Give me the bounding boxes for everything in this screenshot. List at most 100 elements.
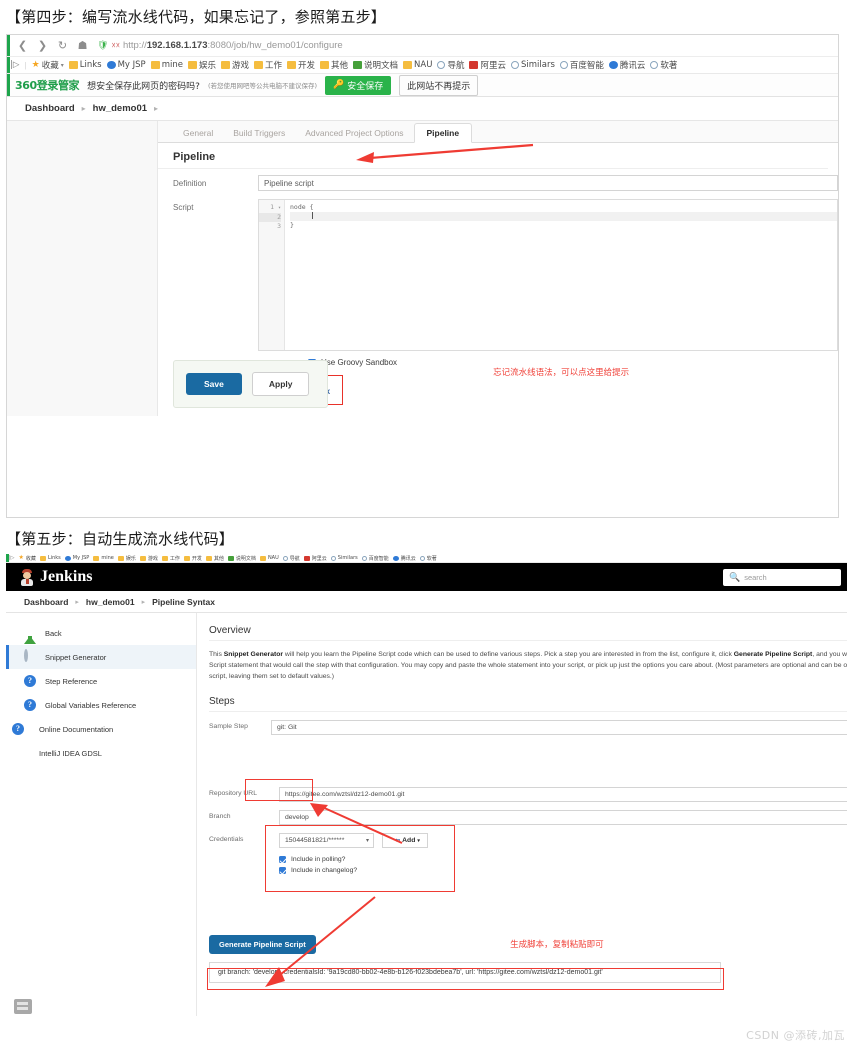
repository-url-input[interactable]: https://gitee.com/wztsl/dz12-demo01.git [279, 787, 847, 802]
sidebar-item-back[interactable]: Back [6, 621, 196, 645]
breadcrumb: Dashboard ▸ hw_demo01 ▸ [7, 97, 838, 121]
breadcrumb-job[interactable]: hw_demo01 [93, 103, 147, 114]
bookmark-item[interactable]: mine [93, 555, 114, 561]
add-credentials-button[interactable]: ⇦ Add ▾ [382, 833, 428, 848]
bookmark-item[interactable]: 导航 [437, 59, 464, 71]
include-in-polling-label: Include in polling? [291, 856, 346, 863]
bookmark-item[interactable]: 其他 [320, 59, 348, 71]
tab-build-triggers[interactable]: Build Triggers [223, 124, 295, 142]
repository-url-label: Repository URL [209, 790, 257, 797]
save-password-button[interactable]: 🔑 安全保存 [325, 75, 392, 95]
breadcrumb-dashboard[interactable]: Dashboard [25, 103, 75, 114]
tab-advanced-project-options[interactable]: Advanced Project Options [295, 124, 413, 142]
include-in-changelog-checkbox[interactable] [279, 867, 286, 874]
script-editor[interactable]: 1 ▾ 2 3 node { } [258, 199, 838, 351]
key-add-icon: ⇦ [395, 838, 401, 844]
snippet-browser-window: |▷ ★ 收藏 Links My JSP mine 娱乐 游戏 工作 开发 其他 … [6, 554, 847, 1026]
bookmark-item[interactable]: ★ 收藏 ▾ [32, 59, 64, 71]
bookmark-item[interactable]: ★ 收藏 [19, 555, 36, 562]
tab-pipeline[interactable]: Pipeline [413, 123, 473, 143]
save-button[interactable]: Save [186, 373, 242, 395]
bookmark-item[interactable]: 导航 [282, 555, 300, 562]
text-caret [312, 212, 313, 219]
bookmark-item[interactable]: 娱乐 [187, 59, 216, 71]
bookmark-item[interactable]: Links [68, 60, 102, 70]
bookmark-item[interactable]: NAU [403, 60, 432, 70]
globe-icon [106, 61, 116, 69]
sidebar-item-label: Snippet Generator [45, 652, 107, 662]
steps-title: Steps [209, 682, 847, 712]
search-icon: 🔍 [729, 571, 741, 582]
breadcrumb-job[interactable]: hw_demo01 [86, 597, 135, 607]
bookmark-item[interactable]: NAU [259, 555, 279, 561]
credentials-row: Credentials 15044581821/****** ▾ ⇦ Add ▾ [209, 825, 847, 848]
repository-url-row: Repository URL https://gitee.com/wztsl/d… [209, 787, 847, 802]
bookmark-item[interactable]: 软著 [419, 555, 437, 562]
breadcrumb-dashboard[interactable]: Dashboard [24, 597, 68, 607]
sidebar-item-step-reference[interactable]: ? Step Reference [6, 669, 196, 693]
address-bar[interactable]: 🛡 ☓☓ http://192.168.1.173:8080/job/hw_de… [97, 37, 838, 54]
jenkins-butler-icon [20, 568, 34, 586]
sample-step-label: Sample Step [209, 723, 248, 730]
bookmark-item[interactable]: 百度智能 [361, 555, 389, 562]
globe-icon [330, 555, 336, 561]
editor-code[interactable]: node { } [285, 200, 837, 350]
bookmark-item[interactable]: 游戏 [220, 59, 249, 71]
jenkins-logo[interactable]: Jenkins [20, 568, 92, 586]
bookmark-item[interactable]: 腾讯云 [608, 59, 645, 71]
changelog-row: Include in changelog? [209, 863, 847, 874]
panel-list-icon[interactable] [14, 999, 32, 1014]
search-input[interactable]: 🔍 search [723, 568, 841, 586]
bookmark-item[interactable]: Similars [510, 60, 555, 70]
sidebar-item-label: Back [45, 628, 62, 638]
bookmark-item[interactable]: mine [150, 60, 183, 70]
bookmark-item[interactable]: 娱乐 [117, 555, 136, 562]
credentials-select[interactable]: 15044581821/****** ▾ [279, 833, 374, 848]
bookmark-item[interactable]: 百度智能 [559, 59, 604, 71]
bookmark-apps-icon[interactable]: |▷ [10, 60, 19, 70]
sample-step-select[interactable]: git: Git [271, 720, 847, 735]
sidebar-item-online-documentation[interactable]: ? Online Documentation [6, 717, 196, 741]
bookmark-item[interactable]: Similars [330, 555, 358, 561]
sidebar-item-snippet-generator[interactable]: Snippet Generator [6, 645, 196, 669]
bookmark-item[interactable]: 工作 [253, 59, 282, 71]
compass-icon [437, 61, 446, 69]
key-icon: 🔑 [333, 80, 345, 90]
bookmark-item[interactable]: 阿里云 [469, 59, 506, 71]
overview-title: Overview [209, 625, 847, 641]
breadcrumb-pipeline-syntax[interactable]: Pipeline Syntax [152, 597, 215, 607]
reload-icon[interactable]: ↻ [54, 37, 71, 54]
bookmark-item[interactable]: 工作 [161, 555, 180, 562]
bookmark-item[interactable]: 游戏 [139, 555, 158, 562]
bookmark-item[interactable]: 说明文档 [227, 555, 256, 562]
bookmark-item[interactable]: 其他 [205, 555, 224, 562]
tab-general[interactable]: General [173, 124, 223, 142]
bookmark-item[interactable]: 开发 [287, 59, 315, 71]
bookmark-item[interactable]: My JSP [64, 555, 89, 561]
forward-icon[interactable]: ❯ [34, 37, 51, 54]
bookmark-item[interactable]: Links [39, 555, 61, 561]
generated-script-output[interactable]: git branch: 'develop', credentialsId: '9… [209, 962, 721, 983]
never-prompt-button[interactable]: 此网站不再提示 [399, 74, 479, 96]
branch-input[interactable]: develop [279, 810, 847, 825]
sidebar-item-global-variables-reference[interactable]: ? Global Variables Reference [6, 693, 196, 717]
bookmark-item[interactable]: 软著 [650, 59, 677, 71]
back-icon[interactable]: ❮ [14, 37, 31, 54]
overview-text: This Snippet Generator will help you lea… [209, 651, 847, 680]
apply-button[interactable]: Apply [251, 372, 310, 396]
definition-select[interactable]: Pipeline script [258, 175, 838, 191]
bookmark-item[interactable]: 腾讯云 [392, 555, 416, 562]
include-in-polling-checkbox[interactable] [279, 856, 286, 863]
generate-pipeline-script-button[interactable]: Generate Pipeline Script [209, 935, 316, 954]
sidebar-item-intellij-idea-gdsl[interactable]: IntelliJ IDEA GDSL [6, 741, 196, 765]
password-manager-bar: 360登录管家 想安全保存此网页的密码吗? (若您使用网吧等公共电脑不建议保存)… [7, 74, 838, 97]
home-icon[interactable]: ☗ [74, 37, 91, 54]
overview-bold-generate-pipeline-script: Generate Pipeline Script [733, 651, 813, 658]
bookmark-apps-icon[interactable]: |▷ [9, 555, 15, 561]
bookmark-item[interactable]: My JSP [106, 60, 146, 70]
bookmark-item[interactable]: 阿里云 [303, 555, 327, 562]
bookmark-item[interactable]: 开发 [183, 555, 202, 562]
snippet-main: Overview This Snippet Generator will hel… [196, 613, 847, 1016]
folder-icon [150, 61, 160, 69]
bookmark-item[interactable]: 说明文档 [353, 59, 398, 71]
